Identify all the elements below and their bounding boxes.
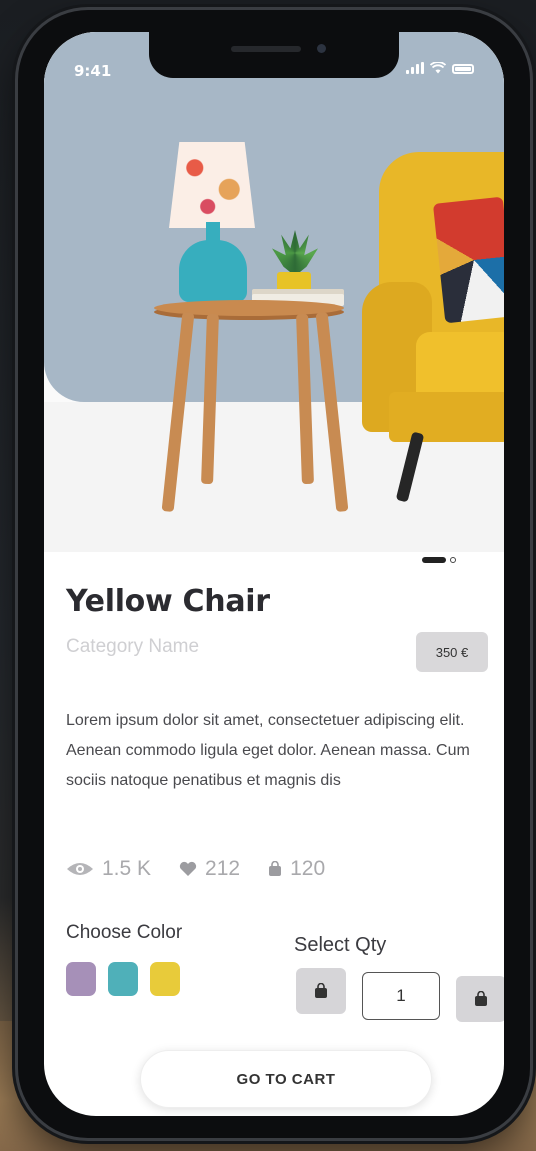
carousel-dot-active[interactable] bbox=[422, 557, 446, 563]
color-swatch-purple[interactable] bbox=[66, 962, 96, 996]
color-swatch-yellow[interactable] bbox=[150, 962, 180, 996]
color-swatch-teal[interactable] bbox=[108, 962, 138, 996]
cart-stat: 120 bbox=[268, 857, 325, 881]
product-category: Category Name bbox=[66, 636, 200, 657]
qty-increase-button[interactable] bbox=[456, 976, 504, 1022]
bag-icon bbox=[475, 991, 487, 1006]
views-stat: 1.5 K bbox=[66, 857, 151, 881]
lamp-shade bbox=[169, 142, 255, 228]
qty-input[interactable]: 1 bbox=[362, 972, 440, 1020]
eye-icon bbox=[67, 863, 93, 875]
signal-icon bbox=[406, 62, 424, 74]
product-description: Lorem ipsum dolor sit amet, consectetuer… bbox=[66, 712, 470, 789]
views-count: 1.5 K bbox=[102, 857, 152, 880]
product-image bbox=[44, 32, 504, 552]
notch bbox=[149, 32, 399, 78]
likes-stat[interactable]: 212 bbox=[179, 857, 240, 881]
likes-count: 212 bbox=[205, 857, 241, 880]
color-swatches bbox=[66, 962, 180, 996]
qty-decrease-button[interactable] bbox=[296, 968, 346, 1014]
wifi-icon bbox=[430, 62, 446, 74]
status-icons bbox=[406, 62, 474, 74]
lamp-base bbox=[179, 240, 247, 302]
carousel-dot[interactable] bbox=[450, 557, 456, 563]
select-qty-label: Select Qty bbox=[294, 934, 387, 956]
cart-count: 120 bbox=[290, 857, 326, 880]
price-badge: 350 € bbox=[416, 632, 488, 672]
app-screen: 9:41 Yellow Chair Category Name 350 € Lo… bbox=[44, 32, 504, 1116]
bag-icon bbox=[269, 861, 282, 876]
heart-icon bbox=[179, 861, 197, 876]
battery-icon bbox=[452, 64, 474, 74]
go-to-cart-button[interactable]: GO TO CART bbox=[140, 1050, 432, 1108]
product-stats: 1.5 K 212 120 bbox=[66, 857, 325, 881]
carousel-indicator[interactable] bbox=[422, 557, 456, 563]
pillow bbox=[432, 196, 504, 324]
status-time: 9:41 bbox=[74, 62, 112, 80]
choose-color-label: Choose Color bbox=[66, 922, 183, 943]
product-title: Yellow Chair bbox=[66, 584, 270, 619]
phone-frame: 9:41 Yellow Chair Category Name 350 € Lo… bbox=[18, 10, 530, 1138]
bag-icon bbox=[315, 983, 327, 998]
